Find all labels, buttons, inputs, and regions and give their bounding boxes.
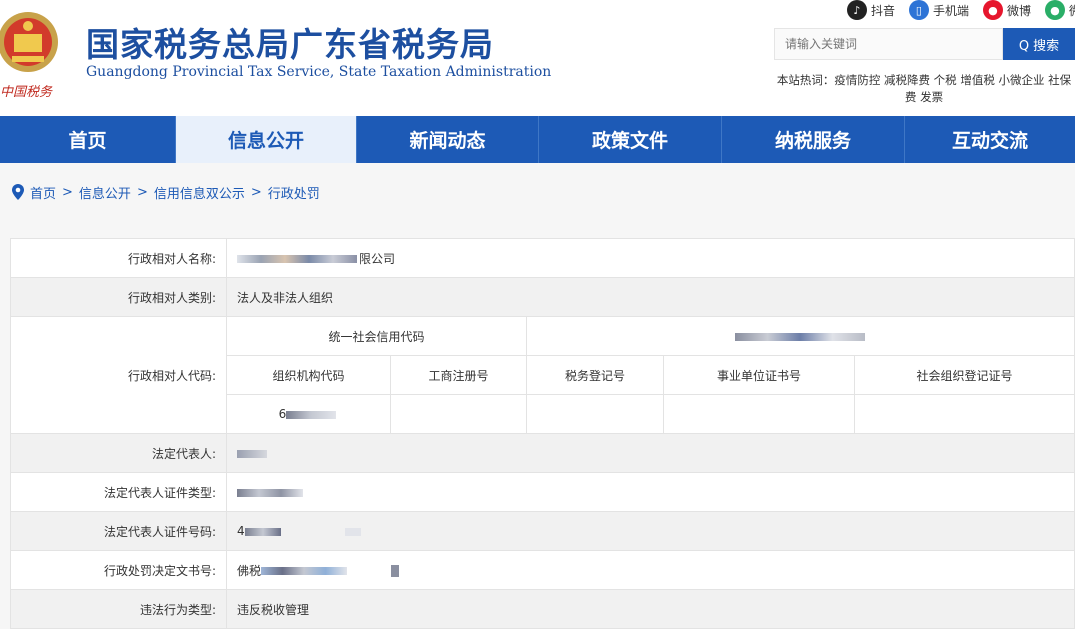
douyin-label: 抖音 <box>870 3 895 18</box>
douyin-icon: ♪ <box>846 0 867 20</box>
wechat-icon: ● <box>1044 0 1065 20</box>
code-label: 行政相对人代码: <box>10 316 227 434</box>
weibo-icon: ● <box>982 0 1003 20</box>
redacted-mark <box>237 255 357 263</box>
redacted-mark <box>237 488 303 497</box>
wechat-label: 微 <box>1068 3 1075 18</box>
social-links: ♪ 抖音 ▯ 手机端 ● 微博 ● 微 <box>846 0 1075 20</box>
mobile-icon: ▯ <box>908 0 929 20</box>
douyin-link[interactable]: ♪ 抖音 <box>846 0 895 20</box>
redacted-mark <box>261 567 348 575</box>
violation-label: 违法行为类型: <box>10 589 227 629</box>
uscc-value <box>526 316 1075 356</box>
redacted-mark <box>244 527 281 536</box>
name-value: 限公司 <box>226 238 1075 278</box>
redacted-mark <box>237 449 267 458</box>
nav-tab-info-disclosure[interactable]: 信息公开 <box>176 116 357 163</box>
mobile-label: 手机端 <box>932 3 969 18</box>
nav-tab-interaction[interactable]: 互动交流 <box>905 116 1075 163</box>
tax-reg-header: 税务登记号 <box>526 355 664 395</box>
social-org-value <box>854 394 1075 434</box>
social-org-header: 社会组织登记证号 <box>854 355 1075 395</box>
penalty-detail-table: 行政相对人名称: 限公司 行政相对人类别: 法人及非法人组织 行政相对人代码: … <box>10 238 1075 629</box>
breadcrumb-separator: > <box>62 184 73 200</box>
org-code-header: 组织机构代码 <box>226 355 391 395</box>
tax-reg-value <box>526 394 664 434</box>
business-reg-value <box>390 394 527 434</box>
violation-value: 违反税收管理 <box>226 589 1075 629</box>
name-label: 行政相对人名称: <box>10 238 227 278</box>
breadcrumb-separator: > <box>136 184 148 200</box>
site-header: 中国税务 国家税务总局广东省税务局 Guangdong Provincial T… <box>0 0 1075 116</box>
wechat-link[interactable]: ● 微 <box>1044 0 1075 20</box>
tax-emblem-logo[interactable]: 中国税务 <box>0 4 64 102</box>
nav-tab-tax-service[interactable]: 纳税服务 <box>722 116 905 163</box>
site-title: 国家税务总局广东省税务局 <box>86 25 494 64</box>
nav-tab-news[interactable]: 新闻动态 <box>357 116 539 163</box>
decision-value: 佛税 <box>226 550 1075 590</box>
hot-words: 本站热词：疫情防控 减税降费 个税 增值税 小微企业 社保费 发票 <box>776 73 1072 104</box>
search-bar: Q 搜索 <box>774 28 1075 60</box>
redacted-mark <box>286 410 337 419</box>
institution-cert-value <box>663 394 855 434</box>
redacted-mark <box>734 332 865 341</box>
id-type-label: 法定代表人证件类型: <box>10 472 227 512</box>
category-label: 行政相对人类别: <box>10 277 227 317</box>
search-input[interactable] <box>774 28 1003 60</box>
breadcrumb-credit-info[interactable]: 信用信息双公示 <box>154 183 245 202</box>
breadcrumb: 首页 > 信息公开 > 信用信息双公示 > 行政处罚 <box>0 163 1075 221</box>
decision-label: 行政处罚决定文书号: <box>10 550 227 590</box>
id-number-label: 法定代表人证件号码: <box>10 511 227 551</box>
breadcrumb-home[interactable]: 首页 <box>30 183 56 202</box>
location-pin-icon <box>12 184 24 200</box>
uscc-header: 统一社会信用代码 <box>226 316 527 356</box>
breadcrumb-info-disclosure[interactable]: 信息公开 <box>79 183 131 202</box>
category-value: 法人及非法人组织 <box>226 277 1075 317</box>
mobile-link[interactable]: ▯ 手机端 <box>908 0 969 20</box>
nav-tab-policy[interactable]: 政策文件 <box>539 116 722 163</box>
breadcrumb-separator: > <box>250 184 262 200</box>
business-reg-header: 工商注册号 <box>390 355 527 395</box>
weibo-link[interactable]: ● 微博 <box>982 0 1031 20</box>
nav-tab-home[interactable]: 首页 <box>0 116 176 163</box>
search-button[interactable]: Q 搜索 <box>1003 28 1075 60</box>
org-code-value: 6 <box>226 394 391 434</box>
main-nav: 首页 信息公开 新闻动态 政策文件 纳税服务 互动交流 <box>0 116 1075 163</box>
legal-rep-value <box>226 433 1075 473</box>
logo-caption: 中国税务 <box>0 85 53 100</box>
breadcrumb-admin-penalty[interactable]: 行政处罚 <box>268 183 320 202</box>
institution-cert-header: 事业单位证书号 <box>663 355 855 395</box>
site-title-en: Guangdong Provincial Tax Service, State … <box>86 64 552 80</box>
legal-rep-label: 法定代表人: <box>10 433 227 473</box>
weibo-label: 微博 <box>1006 3 1031 18</box>
id-type-value <box>226 472 1075 512</box>
id-number-value: 4 <box>226 511 1075 551</box>
